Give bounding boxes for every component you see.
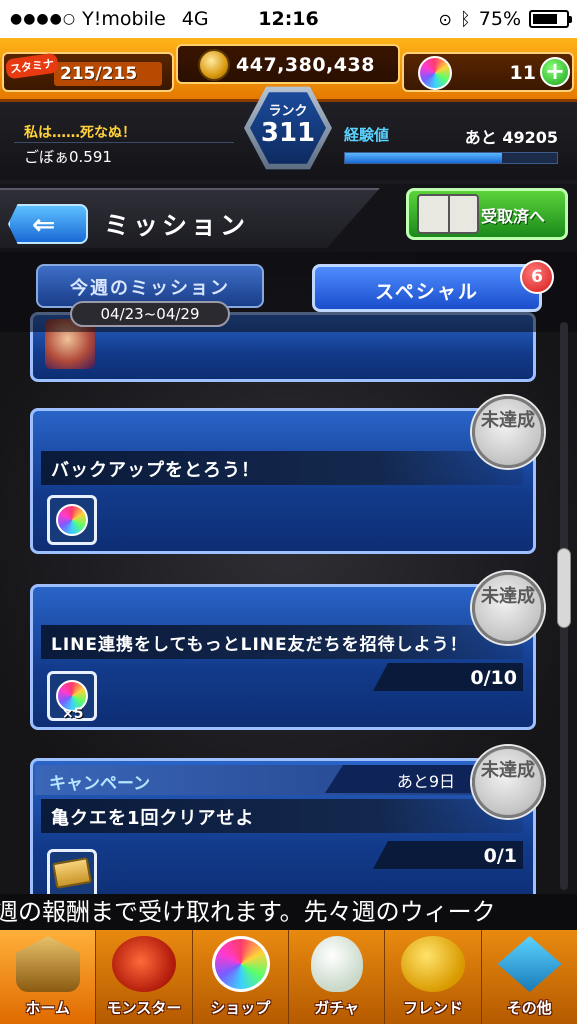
page-header: ⇐ ミッション 受取済へ <box>0 184 577 252</box>
mission-card[interactable]: LINE連携をしてもっとLINE友だちを招待しよう！ 0/10 ×5 <box>30 584 536 730</box>
coin-display: 447,380,438 <box>176 44 400 84</box>
other-icon <box>497 936 562 992</box>
stamp-text: 未達成 <box>481 760 535 781</box>
user-info[interactable]: 私は……死なぬ！ ごぼぁ0.591 <box>0 110 236 176</box>
nav-label: その他 <box>506 999 552 1017</box>
nav-label: ホーム <box>25 999 70 1017</box>
incomplete-stamp: 未達成 <box>472 572 544 644</box>
ticket-icon <box>52 857 92 889</box>
received-missions-label: 受取済へ <box>481 207 546 226</box>
nav-label: モンスター <box>106 999 182 1017</box>
nav-other[interactable]: その他 <box>482 930 577 1024</box>
nav-friend[interactable]: フレンド <box>385 930 482 1024</box>
nav-gacha[interactable]: ガチャ <box>289 930 386 1024</box>
signal-strength-icon: ●●●●○ <box>10 11 77 27</box>
incomplete-stamp: 未達成 <box>472 746 544 818</box>
mission-progress: 0/1 <box>483 845 517 867</box>
buy-orbs-button[interactable]: + <box>540 57 570 87</box>
campaign-header: キャンペーン あと9日 <box>35 765 525 795</box>
bottom-navigation: ホーム モンスター ショップ ガチャ フレンド その他 <box>0 930 577 1024</box>
home-icon <box>16 936 80 992</box>
user-title: 私は……死なぬ！ <box>24 125 136 141</box>
news-ticker: 週の報酬まで受け取れます。先々週のウィーク <box>0 894 577 930</box>
exp-label: 経験値 <box>344 126 390 144</box>
tab-weekly-label: 今週のミッション <box>70 278 230 299</box>
campaign-label: キャンペーン <box>49 774 151 794</box>
stamina-display[interactable]: スタミナ 215/215 <box>2 52 174 92</box>
orb-display[interactable]: 11 + <box>402 52 574 92</box>
coin-value: 447,380,438 <box>236 54 375 76</box>
exp-remaining: あと 49205 <box>464 128 558 147</box>
weekly-date-range: 04/23~04/29 <box>70 301 230 327</box>
stamina-label: スタミナ <box>4 52 60 80</box>
battery-icon <box>529 10 572 28</box>
gacha-egg-icon <box>310 936 363 992</box>
mission-title: LINE連携をしてもっとLINE友だちを招待しよう！ <box>41 625 523 659</box>
mission-card[interactable]: バックアップをとろう！ <box>30 408 536 554</box>
title-band: ⇐ ミッション <box>0 188 380 248</box>
divider <box>14 142 234 143</box>
book-icon <box>417 194 479 234</box>
mission-tabs: 今週のミッション 04/23~04/29 スペシャル 6 <box>0 252 577 332</box>
rank-label: ランク <box>268 104 308 119</box>
nav-shop[interactable]: ショップ <box>193 930 289 1024</box>
nav-home[interactable]: ホーム <box>0 930 97 1024</box>
mission-title: 亀クエを1回クリアせよ <box>41 799 523 833</box>
orb-icon <box>418 56 452 90</box>
coin-icon <box>198 49 230 81</box>
reward-slot: ×5 <box>47 671 97 722</box>
battery-percent: 75% <box>478 8 521 30</box>
friend-icon <box>401 936 466 992</box>
ticker-text: 週の報酬まで受け取れます。先々週のウィーク <box>0 898 496 926</box>
status-left: ●●●●○ Y!mobile 4G <box>10 8 209 30</box>
nav-label: ショップ <box>210 999 271 1017</box>
user-name: ごぼぁ0.591 <box>24 148 112 166</box>
mission-progress: 0/10 <box>470 667 517 689</box>
orb-shop-icon <box>211 936 270 992</box>
back-button[interactable]: ⇐ <box>8 204 88 244</box>
back-arrow-icon: ⇐ <box>32 208 56 241</box>
monster-icon <box>112 936 177 992</box>
nav-label: フレンド <box>402 999 463 1017</box>
rank-value: 311 <box>260 118 316 148</box>
exp-bar-fill <box>345 153 502 163</box>
status-bar: ●●●●○ Y!mobile 4G 12:16 ⊙ ᛒ 75% <box>0 0 577 38</box>
rank-badge-inner: ランク 311 <box>250 92 326 164</box>
experience-info: 経験値 あと 49205 <box>340 110 576 176</box>
stamp-text: 未達成 <box>481 410 535 431</box>
special-count-badge: 6 <box>520 260 554 294</box>
stamp-text: 未達成 <box>481 586 535 607</box>
nav-label: ガチャ <box>314 999 360 1017</box>
scrollbar-thumb[interactable] <box>557 548 571 628</box>
tab-special-label: スペシャル <box>375 281 479 303</box>
orb-count: 11 <box>509 62 536 84</box>
reward-quantity: ×5 <box>62 706 84 722</box>
nav-monster[interactable]: モンスター <box>96 930 193 1024</box>
tab-special-missions[interactable]: スペシャル <box>312 264 542 312</box>
status-right: ⊙ ᛒ 75% <box>438 8 572 30</box>
exp-bar <box>344 152 558 164</box>
rotation-lock-icon: ⊙ <box>438 9 452 29</box>
top-hud: スタミナ 215/215 447,380,438 11 + 私は……死なぬ！ ご… <box>0 38 577 180</box>
rainbow-orb-icon <box>56 504 88 536</box>
reward-slot <box>47 849 97 894</box>
network-type: 4G <box>181 8 209 30</box>
mission-title: バックアップをとろう！ <box>41 451 523 485</box>
incomplete-stamp: 未達成 <box>472 396 544 468</box>
bluetooth-icon: ᛒ <box>459 8 471 30</box>
mission-card[interactable]: キャンペーン あと9日 亀クエを1回クリアせよ 0/1 <box>30 758 536 894</box>
days-remaining: あと9日 <box>325 765 475 793</box>
stamina-value: 215/215 <box>60 64 138 84</box>
carrier-name: Y!mobile <box>82 8 166 30</box>
received-missions-button[interactable]: 受取済へ <box>406 188 568 240</box>
reward-slot <box>47 495 97 545</box>
page-title: ミッション <box>104 211 250 240</box>
